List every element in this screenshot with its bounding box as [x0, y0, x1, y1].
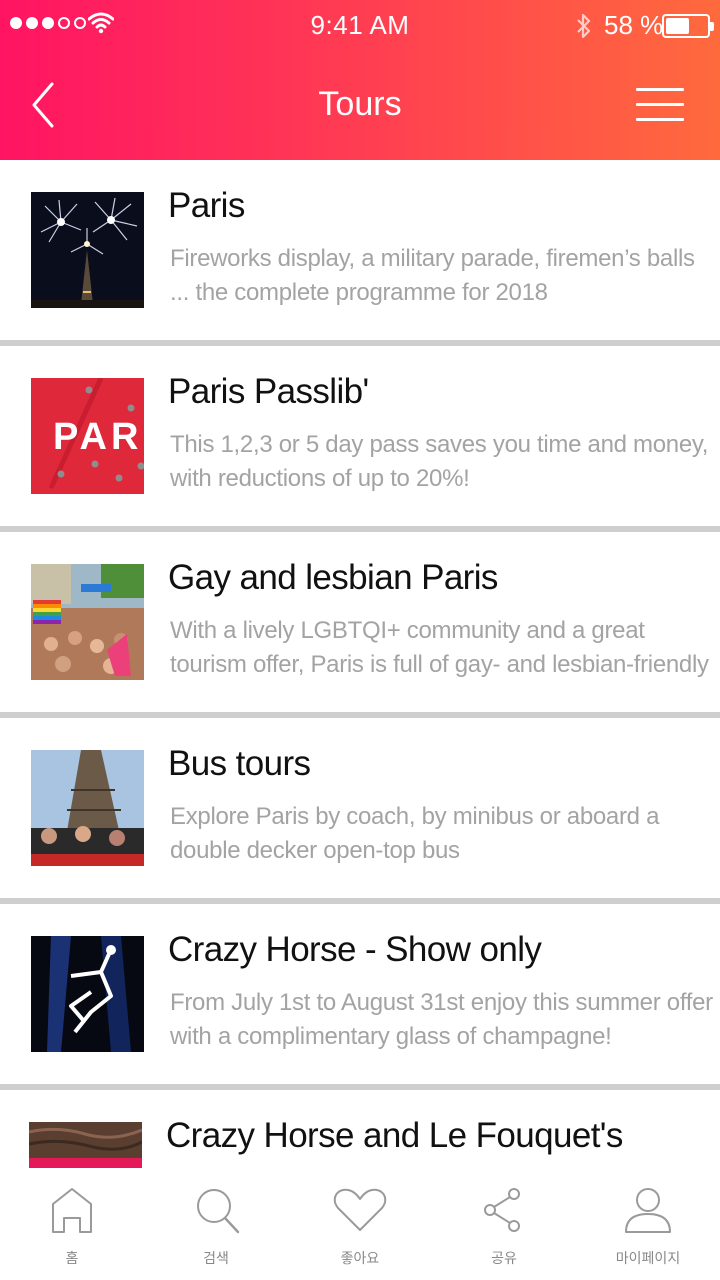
tour-list: Paris Fireworks display, a military para…	[0, 160, 720, 1168]
header: 9:41 AM 58 % Tours	[0, 0, 720, 160]
tab-label: 공유	[491, 1251, 517, 1267]
share-icon	[484, 1188, 520, 1232]
item-title: Gay and lesbian Paris	[168, 558, 498, 597]
list-item[interactable]: Bus tours Explore Paris by coach, by min…	[0, 718, 720, 904]
tab-label: 검색	[203, 1251, 229, 1267]
tab-label: 홈	[65, 1251, 79, 1267]
tab-home[interactable]: 홈	[0, 1168, 144, 1280]
heart-icon	[333, 1188, 387, 1231]
home-icon	[52, 1188, 92, 1233]
item-title: Bus tours	[168, 744, 311, 783]
bus-tour-thumbnail	[31, 750, 144, 866]
passlib-logo-text: PAR	[53, 416, 143, 458]
hamburger-menu-icon[interactable]	[636, 88, 684, 122]
page-title: Tours	[318, 85, 402, 123]
battery-icon	[662, 14, 714, 38]
passlib-thumbnail: PAR	[31, 378, 144, 494]
tab-label: 마이페이지	[615, 1251, 681, 1267]
tab-like[interactable]: 좋아요	[288, 1168, 432, 1280]
status-bar: 9:41 AM 58 %	[0, 0, 720, 50]
pride-crowd-thumbnail	[31, 564, 144, 680]
item-description: This 1,2,3 or 5 day pass saves you time …	[170, 431, 709, 492]
item-description: From July 1st to August 31st enjoy this …	[170, 989, 713, 1050]
list-item[interactable]: Gay and lesbian Paris With a lively LGBT…	[0, 532, 720, 718]
list-item[interactable]: Paris Fireworks display, a military para…	[0, 160, 720, 346]
bluetooth-icon	[577, 13, 591, 39]
list-item[interactable]: Crazy Horse - Show only From July 1st to…	[0, 904, 720, 1090]
list-item[interactable]: Crazy Horse and Le Fouquet's	[0, 1090, 720, 1168]
item-title: Crazy Horse - Show only	[168, 930, 542, 969]
bottom-tab-bar: 홈 검색 좋아요 공유 마이페이지	[0, 1168, 720, 1280]
item-title: Paris	[168, 186, 245, 225]
tab-label: 좋아요	[340, 1251, 380, 1267]
item-title: Crazy Horse and Le Fouquet's	[166, 1116, 623, 1155]
item-description: Explore Paris by coach, by minibus or ab…	[170, 803, 660, 864]
battery-percent: 58 %	[604, 10, 664, 40]
item-title: Paris Passlib'	[168, 372, 369, 411]
tab-share[interactable]: 공유	[432, 1168, 576, 1280]
item-description: Fireworks display, a military parade, fi…	[170, 245, 695, 306]
fireworks-thumbnail	[31, 192, 144, 308]
user-icon	[625, 1188, 671, 1233]
tab-search[interactable]: 검색	[144, 1168, 288, 1280]
nav-bar: Tours	[0, 50, 720, 160]
crazy-horse-show-thumbnail	[31, 936, 144, 1052]
fouquets-thumbnail	[29, 1122, 142, 1168]
list-item[interactable]: PAR Paris Passlib' This 1,2,3 or 5 day p…	[0, 346, 720, 532]
search-icon	[197, 1189, 240, 1234]
tab-mypage[interactable]: 마이페이지	[576, 1168, 720, 1280]
item-description: With a lively LGBTQI+ community and a gr…	[170, 617, 709, 678]
